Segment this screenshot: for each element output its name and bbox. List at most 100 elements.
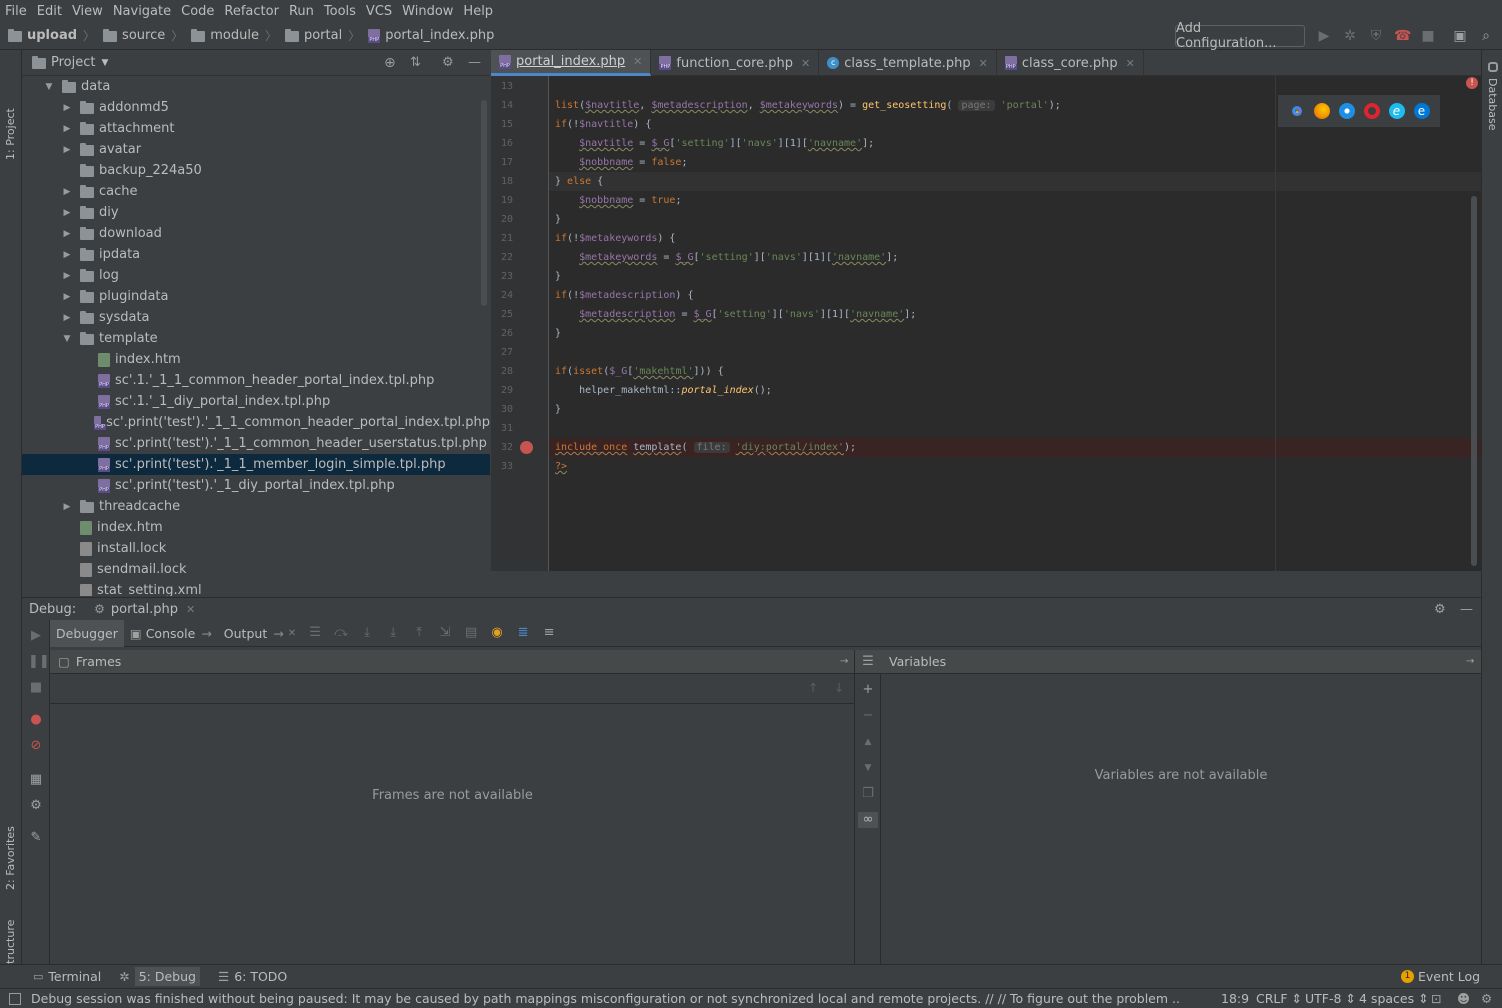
safari-icon[interactable] [1338, 103, 1355, 119]
chevron-down-icon[interactable]: ▼ [44, 82, 54, 92]
chevron-down-icon[interactable]: ▼ [101, 58, 108, 68]
tree-item[interactable]: sc'.print('test').'_1_1_common_header_po… [22, 412, 490, 433]
file-encoding[interactable]: UTF-8 ⇕ [1305, 991, 1356, 1006]
add-watch-icon[interactable]: ≡ [540, 624, 558, 642]
menu-item-navigate[interactable]: Navigate [108, 4, 176, 19]
arrow-up-icon[interactable]: ↑ [808, 680, 818, 695]
plus-icon[interactable]: + [860, 682, 876, 698]
status-message[interactable]: Debug session was finished without being… [31, 991, 1181, 1006]
add-configuration-button[interactable]: Add Configuration... [1175, 21, 1305, 51]
run-to-cursor-icon[interactable]: ⇲ [436, 624, 454, 642]
memory-icon[interactable]: ⚙ [1481, 991, 1492, 1006]
chevron-right-icon[interactable]: ▶ [62, 250, 72, 260]
coverage-icon[interactable]: ⛨ [1368, 28, 1384, 44]
arrow-down-icon[interactable]: ↓ [834, 680, 844, 695]
chevron-right-icon[interactable]: ▶ [62, 187, 72, 197]
close-icon[interactable]: ✕ [633, 55, 642, 68]
tree-item[interactable]: sc'.print('test').'_1_1_common_header_us… [22, 433, 490, 454]
step-out-icon[interactable]: ⤒ [410, 624, 428, 642]
tree-item[interactable]: ▶ attachment [22, 118, 490, 139]
menu-item-code[interactable]: Code [176, 4, 219, 19]
tab-output[interactable]: Output → ✕ [218, 620, 302, 647]
step-into-icon[interactable]: ⤓ [358, 624, 376, 642]
chevron-right-icon[interactable]: ▶ [62, 124, 72, 134]
tree-item[interactable]: ▶ threadcache [22, 496, 490, 517]
edge-icon[interactable]: e [1413, 103, 1430, 119]
force-step-into-icon[interactable]: ⤓ [384, 624, 402, 642]
watches-toggle-icon[interactable]: ∞ [858, 812, 878, 828]
layout-icon[interactable]: ▦ [28, 772, 44, 788]
scrollbar[interactable] [481, 100, 487, 306]
tree-item[interactable]: ▶ sysdata [22, 307, 490, 328]
tree-item[interactable]: ▼ data [22, 76, 490, 97]
close-icon[interactable]: ✕ [288, 628, 296, 639]
menu-item-help[interactable]: Help [458, 4, 498, 19]
menu-item-vcs[interactable]: VCS [361, 4, 397, 19]
tree-item[interactable]: backup_224a50 [22, 160, 490, 181]
menu-item-tools[interactable]: Tools [319, 4, 361, 19]
tree-item[interactable]: sc'.1.'_1_diy_portal_index.tpl.php [22, 391, 490, 412]
tab-project[interactable]: 1: Project [4, 108, 17, 160]
chrome-icon[interactable] [1288, 103, 1305, 119]
tab-favorites[interactable]: 2: Favorites [4, 826, 17, 890]
tree-item[interactable]: ▶ diy [22, 202, 490, 223]
inspector-icon[interactable]: ☻ [1457, 991, 1470, 1006]
listen-debug-icon[interactable]: ☎ [1394, 28, 1411, 44]
tree-item[interactable]: ▶ log [22, 265, 490, 286]
event-log-button[interactable]: Event Log [1418, 969, 1480, 984]
toggle-tool-windows-icon[interactable] [9, 992, 21, 1005]
menu-item-view[interactable]: View [67, 4, 108, 19]
breadcrumb-item[interactable]: upload 〉 [8, 27, 95, 44]
tab-console[interactable]: ▣ Console → [124, 620, 218, 647]
error-indicator-icon[interactable]: ! [1466, 77, 1478, 89]
editor-tab[interactable]: class_core.php ✕ [997, 50, 1144, 76]
pin-icon[interactable]: → [1466, 656, 1474, 667]
tree-item[interactable]: ▶ avatar [22, 139, 490, 160]
settings-icon[interactable]: ⚙ [28, 798, 44, 814]
show-values-icon[interactable]: ≣ [514, 624, 532, 642]
run-icon[interactable]: ▶ [1316, 28, 1332, 44]
tree-item[interactable]: ▶ plugindata [22, 286, 490, 307]
breadcrumb-item[interactable]: portal_index.php [368, 27, 494, 44]
project-structure-icon[interactable]: ▣ [1452, 28, 1468, 44]
stop-icon[interactable]: ■ [28, 680, 44, 696]
tree-item[interactable]: sc'.print('test').'_1_diy_portal_index.t… [22, 475, 490, 496]
chevron-right-icon[interactable]: ▶ [62, 271, 72, 281]
internet-explorer-icon[interactable]: e [1388, 103, 1405, 119]
line-separator[interactable]: CRLF ⇕ [1256, 991, 1302, 1006]
tab-terminal[interactable]: Terminal [48, 969, 101, 984]
tree-item[interactable]: ▶ cache [22, 181, 490, 202]
firefox-icon[interactable] [1313, 103, 1330, 119]
close-icon[interactable]: ✕ [186, 603, 195, 616]
menu-item-edit[interactable]: Edit [32, 4, 67, 19]
tree-item[interactable]: stat_setting.xml [22, 580, 490, 596]
view-breakpoints-icon[interactable]: ● [28, 712, 44, 728]
minus-icon[interactable]: − [860, 708, 876, 724]
indent-settings[interactable]: 4 spaces ⇕ [1359, 991, 1429, 1006]
tree-item[interactable]: ▶ addonmd5 [22, 97, 490, 118]
opera-icon[interactable] [1363, 103, 1380, 119]
chevron-right-icon[interactable]: ▶ [62, 229, 72, 239]
close-icon[interactable]: ✕ [979, 57, 988, 70]
menu-item-window[interactable]: Window [397, 4, 458, 19]
tree-item[interactable]: sc'.print('test').'_1_1_member_login_sim… [22, 454, 490, 475]
tree-item[interactable]: ▶ ipdata [22, 244, 490, 265]
pin-icon[interactable]: → [840, 656, 848, 667]
locate-icon[interactable]: ⊕ [384, 55, 396, 71]
editor-tab[interactable]: portal_index.php ✕ [491, 50, 652, 76]
move-up-icon[interactable]: ▲ [860, 734, 876, 750]
tree-item[interactable]: index.htm [22, 349, 490, 370]
debug-session-tab[interactable]: portal.php [111, 602, 178, 617]
tab-debugger[interactable]: Debugger [50, 619, 124, 647]
tab-database[interactable]: Database [1486, 78, 1499, 131]
editor-tab[interactable]: function_core.php ✕ [651, 50, 820, 76]
pin-tab-icon[interactable]: → [273, 626, 283, 641]
tab-debug[interactable]: 5: Debug [134, 967, 200, 986]
tree-item[interactable]: install.lock [22, 538, 490, 559]
tree-item[interactable]: sc'.1.'_1_1_common_header_portal_index.t… [22, 370, 490, 391]
tree-item[interactable]: sendmail.lock [22, 559, 490, 580]
tree-item[interactable]: ▼ template [22, 328, 490, 349]
show-execution-point-icon[interactable]: ☰ [306, 624, 324, 642]
code-editor[interactable]: 13 14 15 16 17 18 19 20 21 22 23 24 25 26 27 28 29 30 31 32… [491, 76, 1481, 571]
project-title[interactable]: Project [51, 55, 95, 70]
